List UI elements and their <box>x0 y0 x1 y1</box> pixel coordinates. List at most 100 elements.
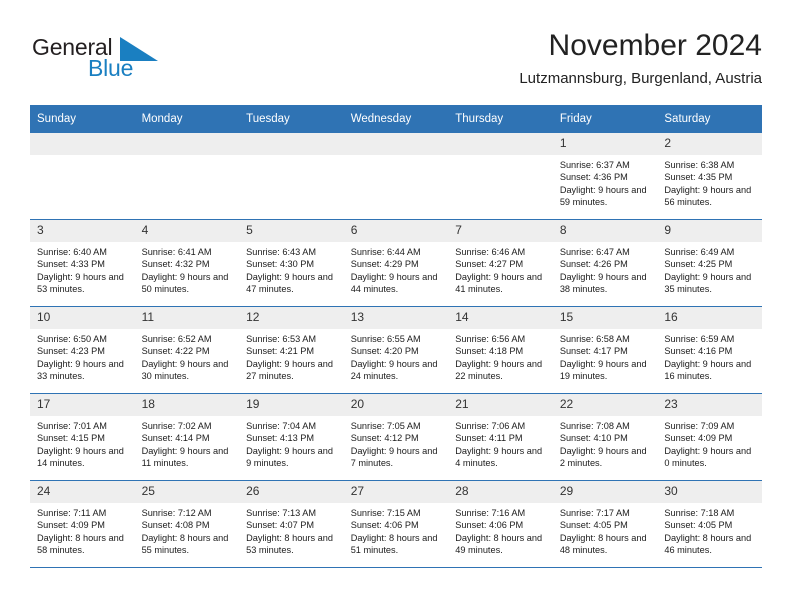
sunset-text: Sunset: 4:07 PM <box>246 520 315 531</box>
day-details: Sunrise: 6:47 AM Sunset: 4:26 PM Daylight:… <box>553 242 658 295</box>
daylight-text: Daylight: 9 hours and 30 minutes. <box>141 358 229 381</box>
daylight-text: Daylight: 9 hours and 16 minutes. <box>664 358 752 381</box>
daylight-text: Daylight: 9 hours and 22 minutes. <box>455 358 543 381</box>
sunrise-text: Sunrise: 7:06 AM <box>455 421 526 431</box>
sunset-text: Sunset: 4:27 PM <box>455 259 524 270</box>
calendar-day-cell[interactable]: 21 Sunrise: 7:06 AM Sunset: 4:11 PM Dayligh… <box>448 393 553 481</box>
sunrise-text: Sunrise: 6:56 AM <box>455 334 526 344</box>
day-details: Sunrise: 7:06 AM Sunset: 4:11 PM Daylight:… <box>448 416 553 469</box>
daylight-text: Daylight: 9 hours and 50 minutes. <box>141 271 229 294</box>
calendar-day-cell[interactable]: 9 Sunrise: 6:49 AM Sunset: 4:25 PM Daylight… <box>657 219 762 307</box>
calendar-day-cell[interactable]: 23 Sunrise: 7:09 AM Sunset: 4:09 PM Dayligh… <box>657 393 762 481</box>
day-number: 20 <box>343 394 449 416</box>
sunset-text: Sunset: 4:17 PM <box>559 346 628 357</box>
calendar-day-cell[interactable]: 24 Sunrise: 7:11 AM Sunset: 4:09 PM Dayligh… <box>30 480 135 568</box>
calendar-day-cell[interactable]: 22 Sunrise: 7:08 AM Sunset: 4:10 PM Dayligh… <box>552 393 658 481</box>
daylight-text: Daylight: 9 hours and 47 minutes. <box>246 271 333 294</box>
calendar-day-cell[interactable]: 19 Sunrise: 7:04 AM Sunset: 4:13 PM Dayligh… <box>239 393 344 481</box>
sunset-text: Sunset: 4:30 PM <box>246 259 315 270</box>
day-details: Sunrise: 7:13 AM Sunset: 4:07 PM Daylight:… <box>239 503 344 556</box>
calendar-day-cell[interactable]: 7 Sunrise: 6:46 AM Sunset: 4:27 PM Daylight… <box>448 219 553 307</box>
day-number: 6 <box>343 220 449 242</box>
calendar-day-cell[interactable]: 15 Sunrise: 6:58 AM Sunset: 4:17 PM Dayligh… <box>552 306 658 394</box>
day-details: Sunrise: 7:04 AM Sunset: 4:13 PM Daylight:… <box>239 416 344 469</box>
weekday-header-tuesday: Tuesday <box>239 105 344 133</box>
day-number <box>239 133 344 155</box>
day-details: Sunrise: 7:12 AM Sunset: 4:08 PM Daylight:… <box>135 503 240 556</box>
daylight-text: Daylight: 9 hours and 9 minutes. <box>246 445 333 468</box>
calendar-day-cell-empty <box>239 133 344 220</box>
calendar-day-cell[interactable]: 8 Sunrise: 6:47 AM Sunset: 4:26 PM Daylight… <box>552 219 658 307</box>
day-details: Sunrise: 7:02 AM Sunset: 4:14 PM Daylight:… <box>135 416 240 469</box>
day-number <box>134 133 240 155</box>
calendar-day-cell[interactable]: 20 Sunrise: 7:05 AM Sunset: 4:12 PM Dayligh… <box>343 393 449 481</box>
calendar-day-cell[interactable]: 14 Sunrise: 6:56 AM Sunset: 4:18 PM Dayligh… <box>448 306 553 394</box>
daylight-text: Daylight: 9 hours and 38 minutes. <box>559 271 647 294</box>
calendar-day-cell[interactable]: 27 Sunrise: 7:15 AM Sunset: 4:06 PM Dayligh… <box>343 480 449 568</box>
sunrise-text: Sunrise: 7:05 AM <box>350 421 421 431</box>
day-number: 5 <box>239 220 344 242</box>
sunrise-text: Sunrise: 6:43 AM <box>246 247 317 257</box>
page-header: General Blue November 2024 Lutzmannsburg… <box>30 28 762 98</box>
day-number: 13 <box>343 307 449 329</box>
daylight-text: Daylight: 9 hours and 53 minutes. <box>37 271 124 294</box>
sunrise-text: Sunrise: 6:41 AM <box>141 247 212 257</box>
day-details: Sunrise: 6:40 AM Sunset: 4:33 PM Daylight:… <box>30 242 135 295</box>
daylight-text: Daylight: 8 hours and 48 minutes. <box>559 532 647 555</box>
day-details: Sunrise: 6:44 AM Sunset: 4:29 PM Daylight:… <box>344 242 449 295</box>
calendar-day-cell[interactable]: 17 Sunrise: 7:01 AM Sunset: 4:15 PM Dayligh… <box>30 393 135 481</box>
calendar-day-cell[interactable]: 4 Sunrise: 6:41 AM Sunset: 4:32 PM Daylight… <box>134 219 240 307</box>
sunset-text: Sunset: 4:36 PM <box>559 172 628 183</box>
calendar-week-row: 3 Sunrise: 6:40 AM Sunset: 4:33 PM Daylight… <box>30 219 762 307</box>
day-number: 30 <box>657 481 762 503</box>
calendar-day-cell[interactable]: 2 Sunrise: 6:38 AM Sunset: 4:35 PM Daylight… <box>657 133 762 220</box>
day-details: Sunrise: 7:11 AM Sunset: 4:09 PM Daylight:… <box>30 503 135 556</box>
general-blue-logo[interactable]: General Blue <box>30 28 210 90</box>
day-details: Sunrise: 6:53 AM Sunset: 4:21 PM Daylight:… <box>239 329 344 382</box>
day-details: Sunrise: 7:05 AM Sunset: 4:12 PM Daylight:… <box>344 416 449 469</box>
sunrise-text: Sunrise: 6:40 AM <box>37 247 107 257</box>
day-details: Sunrise: 6:55 AM Sunset: 4:20 PM Daylight:… <box>344 329 449 382</box>
day-number: 29 <box>552 481 658 503</box>
calendar-day-cell[interactable]: 26 Sunrise: 7:13 AM Sunset: 4:07 PM Dayligh… <box>239 480 344 568</box>
calendar-day-cell[interactable]: 3 Sunrise: 6:40 AM Sunset: 4:33 PM Daylight… <box>30 219 135 307</box>
sunset-text: Sunset: 4:09 PM <box>37 520 105 531</box>
day-number <box>30 133 135 155</box>
sunset-text: Sunset: 4:05 PM <box>559 520 628 531</box>
calendar-day-cell[interactable]: 1 Sunrise: 6:37 AM Sunset: 4:36 PM Daylight… <box>552 133 658 220</box>
calendar-day-cell[interactable]: 13 Sunrise: 6:55 AM Sunset: 4:20 PM Dayligh… <box>343 306 449 394</box>
calendar-day-cell[interactable]: 25 Sunrise: 7:12 AM Sunset: 4:08 PM Dayligh… <box>134 480 240 568</box>
day-details: Sunrise: 6:49 AM Sunset: 4:25 PM Daylight:… <box>657 242 762 295</box>
sunrise-text: Sunrise: 7:01 AM <box>37 421 107 431</box>
daylight-text: Daylight: 8 hours and 51 minutes. <box>350 532 438 555</box>
calendar-day-cell[interactable]: 30 Sunrise: 7:18 AM Sunset: 4:05 PM Dayligh… <box>657 480 762 568</box>
sunrise-text: Sunrise: 6:58 AM <box>559 334 630 344</box>
calendar-day-cell[interactable]: 5 Sunrise: 6:43 AM Sunset: 4:30 PM Daylight… <box>239 219 344 307</box>
daylight-text: Daylight: 9 hours and 4 minutes. <box>455 445 543 468</box>
calendar-day-cell[interactable]: 11 Sunrise: 6:52 AM Sunset: 4:22 PM Dayligh… <box>134 306 240 394</box>
calendar-day-cell[interactable]: 28 Sunrise: 7:16 AM Sunset: 4:06 PM Dayligh… <box>448 480 553 568</box>
daylight-text: Daylight: 9 hours and 11 minutes. <box>141 445 229 468</box>
calendar-day-cell-empty <box>30 133 135 220</box>
daylight-text: Daylight: 8 hours and 58 minutes. <box>37 532 124 555</box>
sunrise-text: Sunrise: 6:47 AM <box>559 247 630 257</box>
daylight-text: Daylight: 9 hours and 44 minutes. <box>350 271 438 294</box>
calendar-day-cell[interactable]: 18 Sunrise: 7:02 AM Sunset: 4:14 PM Dayligh… <box>134 393 240 481</box>
sunset-text: Sunset: 4:29 PM <box>350 259 419 270</box>
calendar-day-cell[interactable]: 29 Sunrise: 7:17 AM Sunset: 4:05 PM Dayligh… <box>552 480 658 568</box>
calendar-day-cell[interactable]: 12 Sunrise: 6:53 AM Sunset: 4:21 PM Dayligh… <box>239 306 344 394</box>
calendar-day-cell[interactable]: 16 Sunrise: 6:59 AM Sunset: 4:16 PM Dayligh… <box>657 306 762 394</box>
daylight-text: Daylight: 9 hours and 41 minutes. <box>455 271 543 294</box>
day-details: Sunrise: 6:37 AM Sunset: 4:36 PM Daylight:… <box>553 155 658 208</box>
calendar-page: General Blue November 2024 Lutzmannsburg… <box>0 0 792 612</box>
calendar-day-cell[interactable]: 6 Sunrise: 6:44 AM Sunset: 4:29 PM Daylight… <box>343 219 449 307</box>
daylight-text: Daylight: 9 hours and 27 minutes. <box>246 358 333 381</box>
daylight-text: Daylight: 9 hours and 19 minutes. <box>559 358 647 381</box>
sunrise-text: Sunrise: 7:04 AM <box>246 421 317 431</box>
calendar-day-cell-empty <box>448 133 553 220</box>
day-number: 11 <box>134 307 240 329</box>
day-number: 9 <box>657 220 762 242</box>
day-details: Sunrise: 6:59 AM Sunset: 4:16 PM Daylight:… <box>657 329 762 382</box>
calendar-day-cell[interactable]: 10 Sunrise: 6:50 AM Sunset: 4:23 PM Dayligh… <box>30 306 135 394</box>
day-number: 18 <box>134 394 240 416</box>
